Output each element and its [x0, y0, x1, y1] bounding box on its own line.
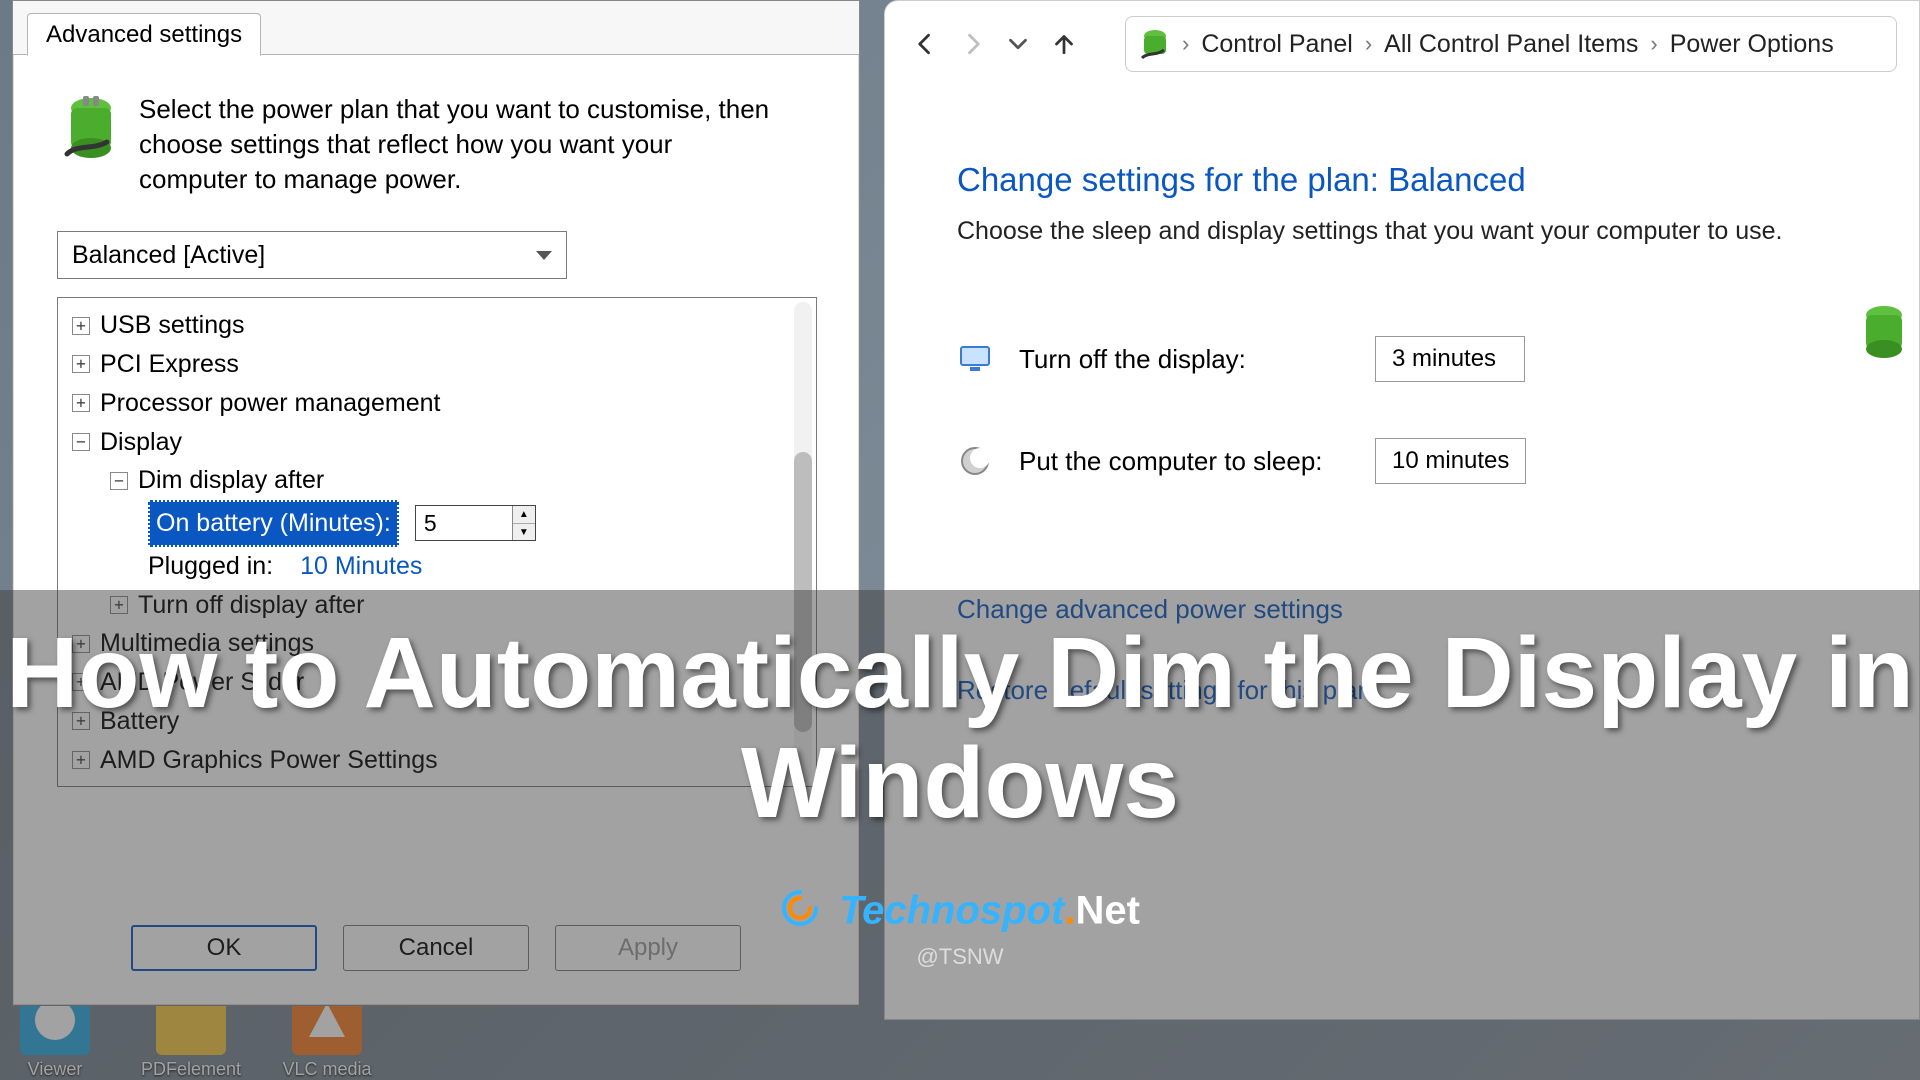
tree-node-dim-display[interactable]: −Dim display after — [64, 461, 810, 500]
nav-recent-dropdown[interactable] — [999, 25, 1037, 63]
chevron-right-icon: › — [1363, 31, 1374, 57]
explorer-toolbar: › Control Panel › All Control Panel Item… — [885, 1, 1919, 87]
power-options-icon — [1140, 26, 1170, 62]
chevron-right-icon: › — [1180, 31, 1191, 57]
breadcrumb-segment[interactable]: All Control Panel Items — [1384, 30, 1638, 59]
page-title: Change settings for the plan: Balanced — [957, 161, 1919, 199]
collapse-icon[interactable]: − — [110, 472, 128, 490]
sleep-label: Put the computer to sleep: — [1019, 446, 1349, 477]
setting-row-display-off: Turn off the display: 3 minutes — [957, 336, 1919, 382]
brand-handle: @TSNW — [0, 944, 1920, 970]
tree-node-on-battery[interactable]: On battery (Minutes): ▲ ▼ — [64, 500, 810, 547]
monitor-icon — [957, 341, 993, 377]
breadcrumb-bar[interactable]: › Control Panel › All Control Panel Item… — [1125, 16, 1897, 72]
expand-icon[interactable]: + — [72, 317, 90, 335]
breadcrumb-segment[interactable]: Control Panel — [1201, 30, 1352, 59]
on-battery-spinner[interactable]: ▲ ▼ — [415, 505, 536, 541]
tab-advanced-settings[interactable]: Advanced settings — [27, 13, 261, 56]
moon-icon — [957, 443, 993, 479]
brand-part1: Technospot — [839, 889, 1064, 933]
sleep-dropdown[interactable]: 10 minutes — [1375, 438, 1526, 484]
tab-strip: Advanced settings — [13, 1, 859, 55]
chevron-right-icon: › — [1648, 31, 1659, 57]
tree-node-pci[interactable]: +PCI Express — [64, 345, 810, 384]
tree-node-plugged-in[interactable]: Plugged in: 10 Minutes — [64, 547, 810, 586]
collapse-icon[interactable]: − — [72, 433, 90, 451]
turn-off-display-dropdown[interactable]: 3 minutes — [1375, 336, 1525, 382]
expand-icon[interactable]: + — [72, 394, 90, 412]
chevron-down-icon — [536, 251, 552, 260]
plugged-in-label: Plugged in: — [148, 547, 273, 586]
logo-swirl-icon — [780, 888, 820, 938]
brand-part2: Net — [1075, 889, 1139, 933]
site-logo: Technospot.Net — [0, 888, 1920, 938]
battery-column-icon — [1859, 301, 1909, 367]
power-plan-dropdown[interactable]: Balanced [Active] — [57, 231, 567, 279]
turn-off-display-label: Turn off the display: — [1019, 344, 1349, 375]
breadcrumb-segment[interactable]: Power Options — [1670, 30, 1834, 59]
dialog-intro-text: Select the power plan that you want to c… — [139, 92, 779, 197]
plugged-in-value[interactable]: 10 Minutes — [300, 547, 422, 586]
spinner-up-button[interactable]: ▲ — [513, 506, 535, 523]
article-headline: How to Automatically Dim the Display in … — [0, 618, 1920, 838]
on-battery-label: On battery (Minutes): — [148, 500, 399, 547]
tree-node-processor[interactable]: +Processor power management — [64, 384, 810, 423]
nav-back-button[interactable] — [907, 25, 945, 63]
tree-node-usb[interactable]: +USB settings — [64, 306, 810, 345]
setting-row-sleep: Put the computer to sleep: 10 minutes — [957, 438, 1919, 484]
on-battery-value-input[interactable] — [416, 506, 512, 540]
nav-forward-button[interactable] — [953, 25, 991, 63]
battery-icon — [63, 92, 119, 197]
tree-node-display[interactable]: −Display — [64, 423, 810, 462]
nav-up-button[interactable] — [1045, 25, 1083, 63]
spinner-down-button[interactable]: ▼ — [513, 523, 535, 540]
expand-icon[interactable]: + — [72, 355, 90, 373]
page-subtitle: Choose the sleep and display settings th… — [957, 217, 1919, 246]
power-plan-selected: Balanced [Active] — [72, 241, 265, 270]
